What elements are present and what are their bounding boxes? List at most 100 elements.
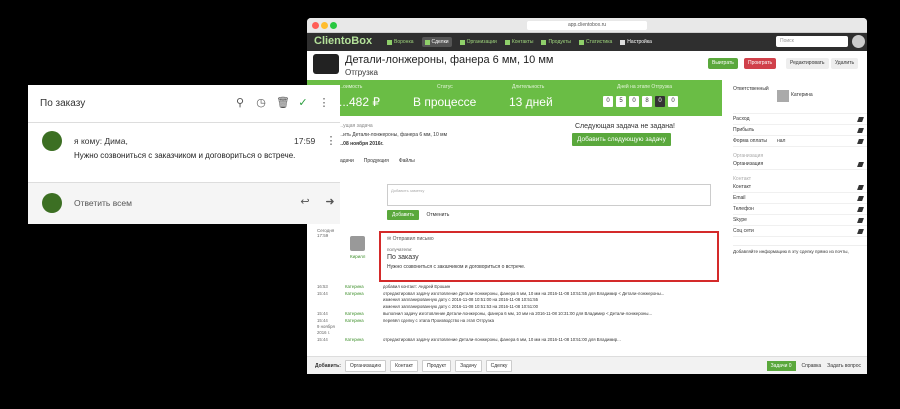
email-info-text: Добавляйте информацию в эту сделку прямо…: [733, 245, 867, 254]
add-next-task-button[interactable]: Добавить следующую задачу: [572, 133, 671, 146]
minimize-window-button[interactable]: [321, 22, 328, 29]
delete-button[interactable]: Удалить: [831, 58, 859, 69]
win-button[interactable]: Выиграть: [708, 58, 738, 69]
nav-settings[interactable]: Настройка: [620, 39, 652, 45]
tasks-button[interactable]: Задачи 0: [766, 360, 796, 371]
chart-icon: [579, 39, 585, 45]
help-link[interactable]: Справка: [802, 363, 822, 369]
search-input[interactable]: Поиск: [776, 36, 848, 47]
activity-log: 16:53 Катерина добавил контакт: Андрей Еро…: [317, 284, 717, 343]
log-row: изменил запланированную дату с 2016-11-0…: [317, 304, 717, 310]
deal-stage: Отгрузка: [345, 68, 378, 77]
field-label: Email: [733, 195, 746, 201]
mail-icon: ✉: [387, 236, 392, 242]
log-time: 15:44: [317, 317, 328, 323]
note-input[interactable]: Добавить заметку: [387, 184, 711, 206]
message-time: 17:59: [294, 136, 316, 146]
log-author: Катерина: [345, 310, 364, 316]
deal-title: Детали-лонжероны, фанера 6 мм, 10 мм: [345, 54, 554, 66]
pin-icon[interactable]: ⚲: [234, 97, 246, 109]
deal-tabs: Задачи Продукция Файлы: [337, 158, 425, 164]
message-from[interactable]: я кому: Дима,: [74, 136, 128, 146]
task-desc: ...ить Детали-лонжероны, фанера 6 мм, 10…: [339, 132, 448, 138]
reply-all-button[interactable]: Ответить всем: [74, 198, 132, 208]
log-row: изменил запланированную дату с 2016-11-0…: [317, 297, 717, 303]
digit: 5: [616, 96, 626, 107]
user-avatar[interactable]: [852, 35, 865, 48]
nav-contacts[interactable]: Контакты: [504, 39, 533, 45]
pencil-icon[interactable]: [857, 218, 864, 223]
tab-files[interactable]: Файлы: [399, 158, 415, 164]
trash-icon[interactable]: 🗑: [276, 97, 290, 109]
field-label: Форма оплаты: [733, 138, 767, 144]
task-date: ...08 ноября 2016г.: [339, 141, 384, 147]
nav-organizations[interactable]: Организации: [459, 39, 497, 45]
more-vert-icon[interactable]: ⋮: [318, 97, 330, 109]
add-task-button[interactable]: Задачу: [455, 359, 482, 372]
pencil-icon[interactable]: [857, 128, 864, 133]
phone-row: Телефон: [733, 204, 867, 215]
log-row: 15:44 Катерина отредактировал задачу изгот…: [317, 337, 717, 343]
cost-label: ...оимость: [339, 84, 363, 90]
cancel-note-button[interactable]: Отменить: [427, 212, 450, 218]
check-icon[interactable]: ✓: [297, 97, 309, 109]
lose-button[interactable]: Проиграть: [744, 58, 777, 69]
digit: 8: [642, 96, 652, 107]
log-time: [317, 304, 345, 310]
pencil-icon[interactable]: [857, 207, 864, 212]
tasks-count: 0: [788, 362, 792, 369]
briefcase-icon: [424, 39, 430, 45]
log-time: 16:53: [317, 284, 328, 289]
social-row: Соц сети: [733, 226, 867, 237]
edit-button[interactable]: Редактировать: [786, 58, 829, 69]
log-text: отредактировал задачу изготовление Детал…: [383, 336, 621, 342]
right-panel: Ответственный Катерина Расход Прибыль Фо…: [733, 84, 867, 254]
pencil-icon[interactable]: [857, 196, 864, 201]
field-label: Соц сети: [733, 228, 754, 234]
nav-deals[interactable]: Сделки: [421, 37, 452, 47]
add-product-button[interactable]: Продукт: [422, 359, 452, 372]
status-value: В процессе: [413, 95, 477, 109]
digit: 0: [668, 96, 678, 107]
address-bar[interactable]: app.clientobox.ru: [527, 21, 647, 30]
log-text: добавил контакт: Андрей Ерошин: [383, 284, 451, 289]
pencil-icon[interactable]: [857, 185, 864, 190]
ask-question-link[interactable]: Задать вопрос: [827, 363, 861, 369]
log-time: 15:44: [317, 290, 328, 296]
add-note-button[interactable]: Добавить: [387, 210, 420, 220]
sender-avatar: [42, 131, 62, 151]
pencil-icon[interactable]: [857, 162, 864, 167]
product-icon: [541, 39, 547, 45]
pencil-icon[interactable]: [857, 139, 864, 144]
log-row: 16:53 Катерина добавил контакт: Андрей Еро…: [317, 284, 717, 290]
log-time: 15:44: [317, 336, 328, 342]
log-time: 9 ноября 2016 г.: [317, 324, 335, 335]
maximize-window-button[interactable]: [330, 22, 337, 29]
email-body: Нужно созвониться с заказчиком и договор…: [387, 264, 526, 270]
field-value: нал: [777, 138, 786, 144]
add-deal-button[interactable]: Сделку: [485, 359, 513, 372]
nav-funnel[interactable]: Воронка: [387, 39, 414, 45]
deal-progress: ...оимость ...482 ₽ Статус В процессе Дл…: [307, 80, 722, 116]
add-organization-button[interactable]: Организацию: [344, 359, 387, 372]
add-contact-button[interactable]: Контакт: [390, 359, 419, 372]
more-vert-icon[interactable]: ⋮: [325, 135, 337, 147]
owner-avatar: [777, 90, 789, 102]
email-row: Email: [733, 193, 867, 204]
field-label: Прибыль: [733, 127, 755, 133]
browser-toolbar: app.clientobox.ru: [307, 18, 867, 33]
pencil-icon[interactable]: [857, 117, 864, 122]
tab-products[interactable]: Продукция: [364, 158, 389, 164]
forward-icon[interactable]: ➜: [324, 196, 336, 208]
nav-statistics[interactable]: Статистика: [579, 39, 612, 45]
close-window-button[interactable]: [312, 22, 319, 29]
reply-icon[interactable]: ↩: [299, 196, 311, 208]
nav-products[interactable]: Продукты: [541, 39, 571, 45]
clock-icon[interactable]: ◷: [255, 97, 267, 109]
log-text: отредактировал задачу изготовление Детал…: [383, 290, 665, 296]
task-label: ...ущая задача: [339, 123, 373, 129]
next-task-text: Следующая задача не задана!: [575, 123, 675, 130]
pencil-icon[interactable]: [857, 229, 864, 234]
digit: 0: [655, 96, 665, 107]
reply-bar: Ответить всем ↩ ➜: [28, 183, 340, 224]
